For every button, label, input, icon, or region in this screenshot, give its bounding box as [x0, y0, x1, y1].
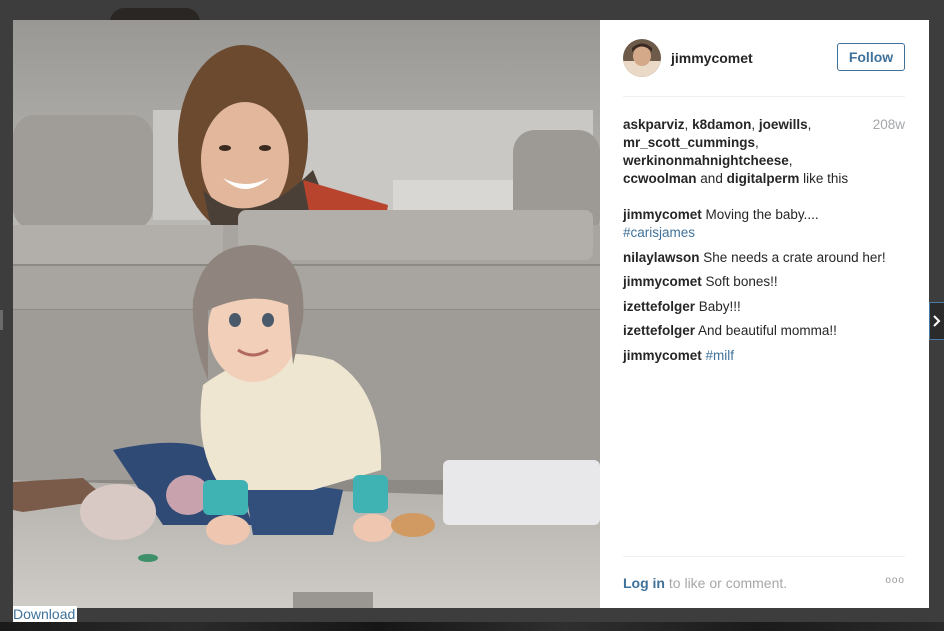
- next-arrow-glyph: [933, 315, 941, 327]
- comment-text: And beautiful momma!!: [698, 323, 837, 338]
- like-user[interactable]: werkinonmahnightcheese: [623, 153, 789, 168]
- like-user[interactable]: joewills: [759, 117, 808, 132]
- hashtag-link[interactable]: #milf: [706, 348, 735, 363]
- comment-user[interactable]: izettefolger: [623, 299, 695, 314]
- chevron-right-icon[interactable]: [929, 302, 944, 340]
- comment-item: jimmycomet Soft bones!!: [623, 273, 905, 291]
- likes-suffix: like this: [803, 171, 849, 186]
- background-grid-peek: [0, 622, 944, 631]
- comment-item: jimmycomet #milf: [623, 347, 905, 365]
- post-time[interactable]: 208w: [873, 116, 905, 134]
- user-avatar[interactable]: [623, 39, 661, 77]
- comment-user[interactable]: jimmycomet: [623, 348, 702, 363]
- like-user[interactable]: askparviz: [623, 117, 685, 132]
- prev-arrow[interactable]: [0, 310, 3, 330]
- comments-list: jimmycomet Moving the baby.... #carisjame…: [623, 206, 905, 371]
- avatar-image: [623, 39, 661, 77]
- like-user[interactable]: ccwoolman: [623, 171, 697, 186]
- likes-section: askparviz, k8damon, joewills, mr_scott_c…: [623, 116, 905, 188]
- login-link[interactable]: Log in: [623, 575, 665, 591]
- like-user[interactable]: k8damon: [692, 117, 751, 132]
- comment-text: Moving the baby....: [705, 207, 819, 222]
- hashtag-link[interactable]: #carisjames: [623, 225, 695, 240]
- post-username[interactable]: jimmycomet: [671, 50, 753, 66]
- comment-user[interactable]: izettefolger: [623, 323, 695, 338]
- post-sidebar: jimmycomet Follow askparviz, k8damon, jo…: [600, 20, 929, 608]
- comment-user[interactable]: nilaylawson: [623, 250, 700, 265]
- comment-text: She needs a crate around her!: [703, 249, 886, 265]
- post-modal: jimmycomet Follow askparviz, k8damon, jo…: [13, 20, 929, 608]
- comment-text: Soft bones!!: [705, 274, 778, 289]
- comment-user[interactable]: jimmycomet: [623, 274, 702, 289]
- comment-item: izettefolger And beautiful momma!!: [623, 322, 905, 340]
- more-options-icon[interactable]: ooo: [885, 575, 905, 586]
- follow-button[interactable]: Follow: [837, 43, 905, 71]
- comment-user[interactable]: jimmycomet: [623, 207, 702, 222]
- login-suffix: to like or comment.: [668, 575, 788, 591]
- comment-item: nilaylawson She needs a crate around her…: [623, 249, 905, 267]
- comment-text: Baby!!!: [698, 298, 741, 314]
- like-user[interactable]: digitalperm: [727, 171, 800, 186]
- likes-list: askparviz, k8damon, joewills, mr_scott_c…: [623, 117, 849, 186]
- baby-in-car-photo: [13, 20, 600, 608]
- post-footer: Log in to like or comment. ooo: [623, 556, 905, 609]
- post-header: jimmycomet Follow: [623, 20, 905, 97]
- post-photo: [13, 20, 600, 608]
- comment-item: izettefolger Baby!!!: [623, 298, 905, 316]
- likes-and: and: [700, 171, 723, 186]
- comment-item: jimmycomet Moving the baby.... #carisjame…: [623, 206, 905, 242]
- download-link[interactable]: Download: [13, 606, 78, 622]
- like-user[interactable]: mr_scott_cummings: [623, 135, 755, 150]
